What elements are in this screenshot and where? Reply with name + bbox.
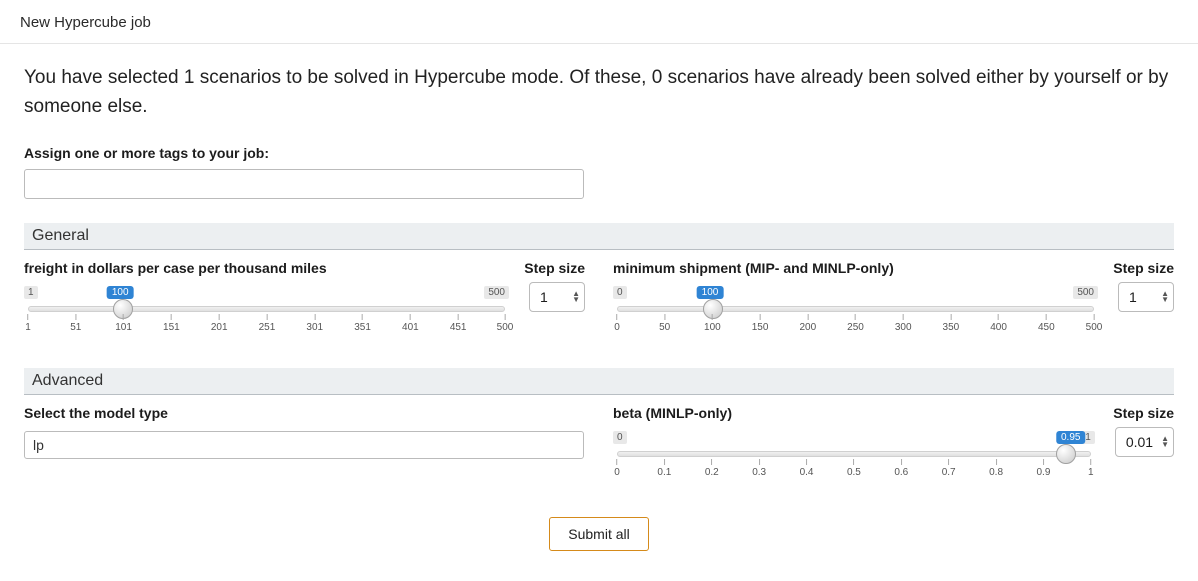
param-freight: freight in dollars per case per thousand… [24, 260, 585, 342]
tick: 0.2 [705, 459, 719, 478]
minshipment-label: minimum shipment (MIP- and MINLP-only) [613, 260, 894, 276]
tick: 0 [614, 314, 620, 333]
tick: 51 [70, 314, 81, 333]
minshipment-slider[interactable] [617, 306, 1094, 312]
modeltype-label: Select the model type [24, 405, 168, 421]
tick: 0.9 [1036, 459, 1050, 478]
param-modeltype: Select the model type lp [24, 405, 585, 487]
tick: 0.8 [989, 459, 1003, 478]
tick: 250 [847, 314, 864, 333]
stepper-arrows-icon[interactable]: ▲▼ [1161, 291, 1169, 303]
tick: 1 [1088, 459, 1094, 478]
tick: 350 [943, 314, 960, 333]
tick: 251 [259, 314, 276, 333]
minshipment-step-stepper[interactable]: 1 ▲▼ [1118, 282, 1174, 312]
tick: 1 [25, 314, 31, 333]
submit-all-button[interactable]: Submit all [549, 517, 648, 551]
tick: 450 [1038, 314, 1055, 333]
freight-ticks: 151101151201251301351401451500 [28, 314, 505, 342]
tick: 401 [402, 314, 419, 333]
tick: 0.3 [752, 459, 766, 478]
section-header-advanced: Advanced [24, 368, 1174, 395]
minshipment-max-badge: 500 [1073, 286, 1098, 299]
freight-min-badge: 1 [24, 286, 38, 299]
tick: 201 [211, 314, 228, 333]
beta-min-badge: 0 [613, 431, 627, 444]
modeltype-select[interactable]: lp [24, 431, 584, 459]
tick: 400 [990, 314, 1007, 333]
tick: 500 [497, 314, 514, 333]
tick: 0.1 [657, 459, 671, 478]
tick: 0.6 [894, 459, 908, 478]
freight-step-stepper[interactable]: 1 ▲▼ [529, 282, 585, 312]
intro-text: You have selected 1 scenarios to be solv… [24, 64, 1174, 121]
freight-value-badge: 100 [107, 286, 134, 299]
page-title: New Hypercube job [0, 0, 1198, 44]
tags-input[interactable] [24, 169, 584, 199]
freight-step-label: Step size [524, 260, 585, 276]
tick: 500 [1086, 314, 1103, 333]
tick: 100 [704, 314, 721, 333]
tick: 101 [115, 314, 132, 333]
freight-max-badge: 500 [484, 286, 509, 299]
tick: 0.4 [800, 459, 814, 478]
beta-step-label: Step size [1113, 405, 1174, 421]
param-minshipment: minimum shipment (MIP- and MINLP-only) S… [613, 260, 1174, 342]
tick: 301 [306, 314, 323, 333]
tick: 151 [163, 314, 180, 333]
tick: 0.7 [942, 459, 956, 478]
tick: 150 [752, 314, 769, 333]
section-header-general: General [24, 223, 1174, 250]
minshipment-step-value: 1 [1129, 289, 1137, 305]
freight-slider[interactable] [28, 306, 505, 312]
tick: 351 [354, 314, 371, 333]
tick: 300 [895, 314, 912, 333]
minshipment-ticks: 050100150200250300350400450500 [617, 314, 1094, 342]
tick: 0 [614, 459, 620, 478]
tick: 0.5 [847, 459, 861, 478]
beta-step-stepper[interactable]: 0.01 ▲▼ [1115, 427, 1174, 457]
param-beta: beta (MINLP-only) Step size 0 0.95 1 0 0.… [613, 405, 1174, 487]
stepper-arrows-icon[interactable]: ▲▼ [1161, 436, 1169, 448]
tags-label: Assign one or more tags to your job: [24, 145, 1174, 161]
freight-label: freight in dollars per case per thousand… [24, 260, 327, 276]
tick: 200 [799, 314, 816, 333]
freight-step-value: 1 [540, 289, 548, 305]
minshipment-value-badge: 100 [697, 286, 724, 299]
stepper-arrows-icon[interactable]: ▲▼ [572, 291, 580, 303]
beta-step-value: 0.01 [1126, 434, 1153, 450]
minshipment-min-badge: 0 [613, 286, 627, 299]
tick: 451 [450, 314, 467, 333]
tick: 50 [659, 314, 670, 333]
beta-ticks: 0 0.1 0.2 0.3 0.4 0.5 0.6 0.7 0.8 0.9 1 [617, 459, 1091, 487]
beta-value-badge: 0.95 [1056, 431, 1085, 444]
beta-slider[interactable] [617, 451, 1091, 457]
minshipment-step-label: Step size [1113, 260, 1174, 276]
beta-label: beta (MINLP-only) [613, 405, 732, 421]
